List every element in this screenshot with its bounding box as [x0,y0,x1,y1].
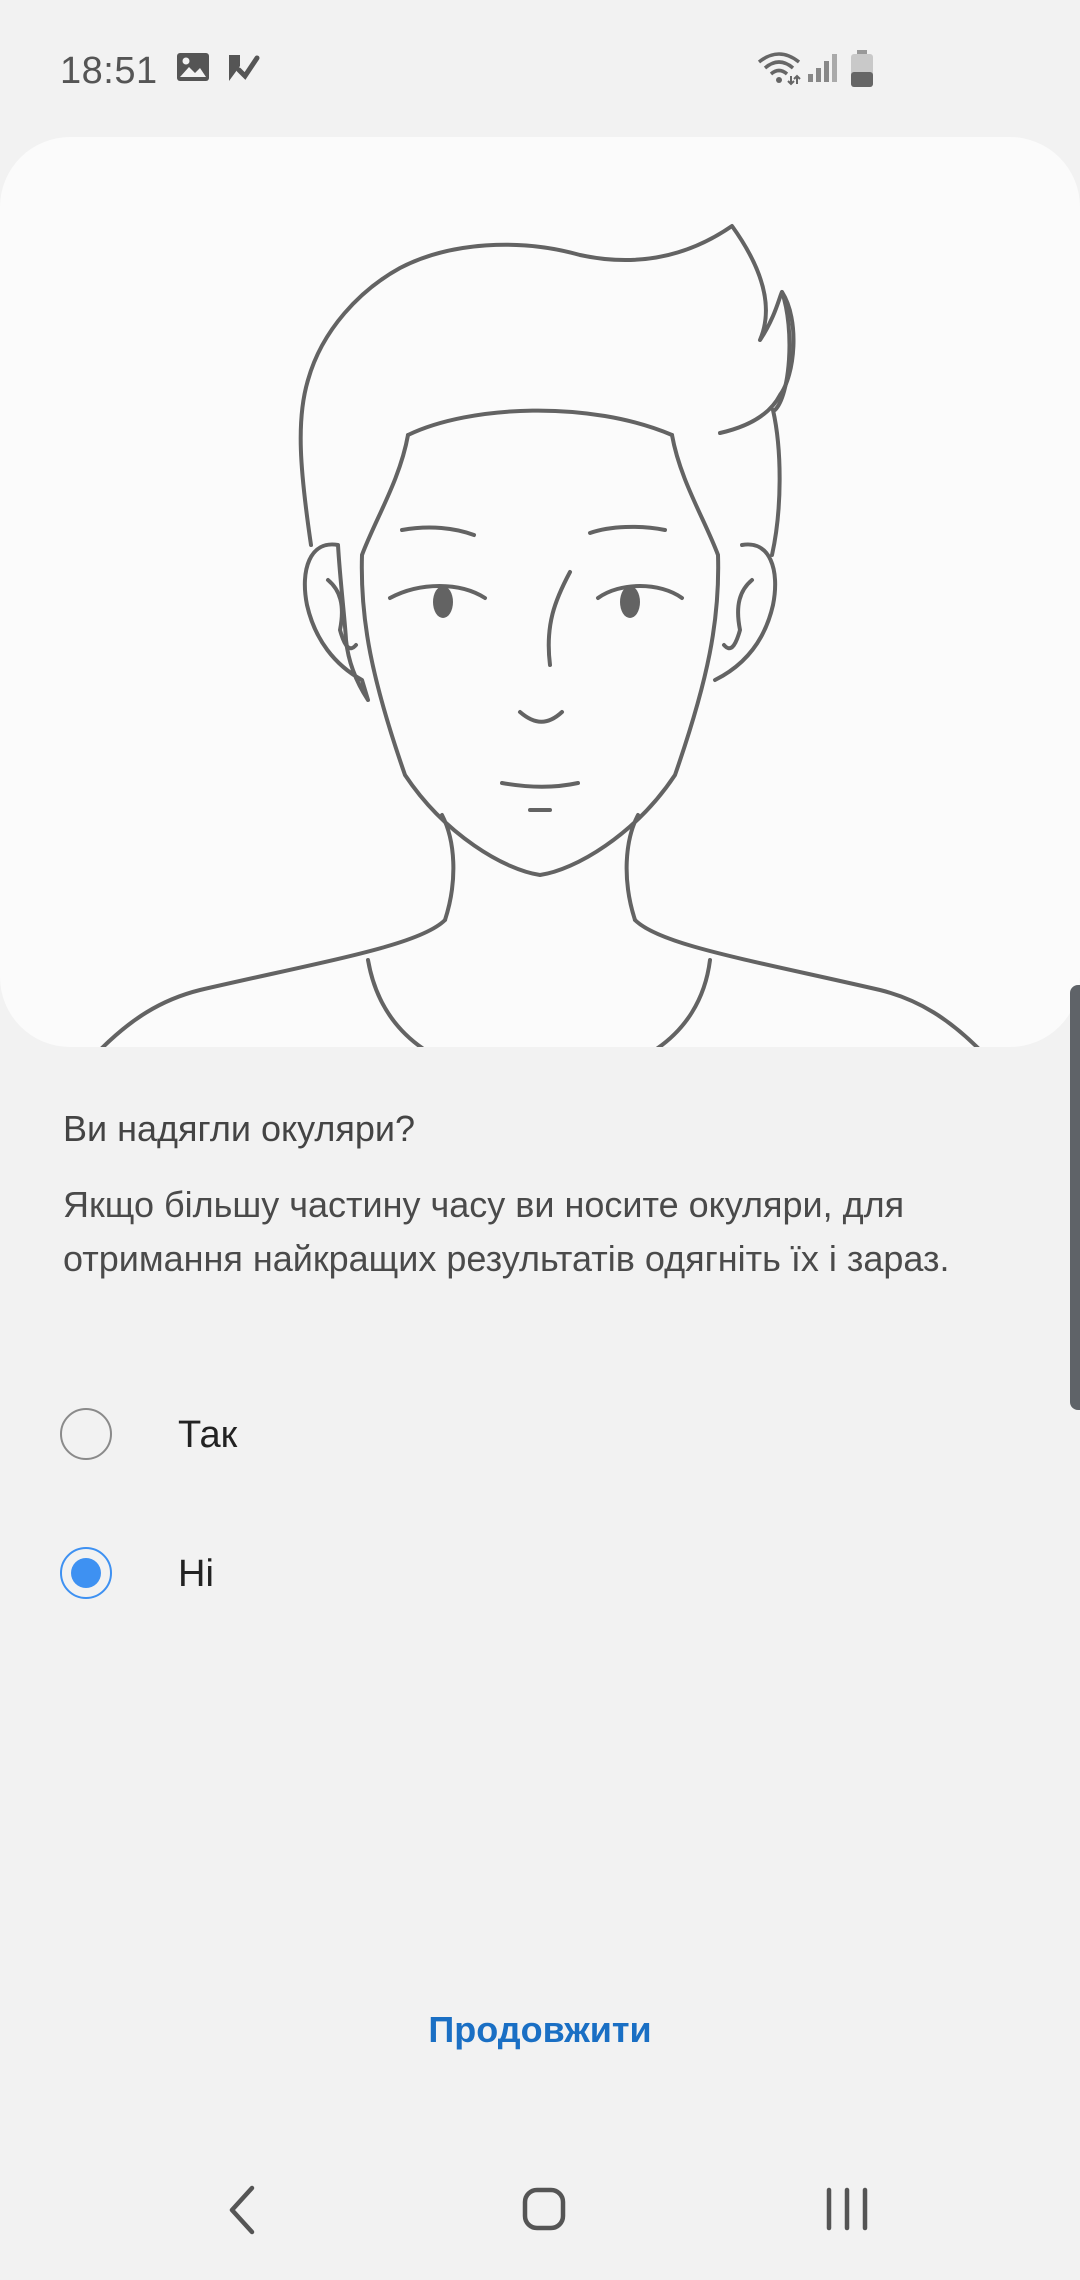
image-icon [176,52,210,87]
navigation-bar [0,2150,1080,2280]
radio-button-no[interactable] [60,1547,112,1599]
option-no-label: Ні [178,1553,214,1595]
continue-button[interactable]: Продовжити [340,1995,740,2065]
wifi-icon [757,50,801,91]
description-text: Якщо більшу частину часу ви носите окуля… [63,1184,950,1279]
face-outline-illustration [100,224,980,1047]
battery-icon [850,50,874,93]
recents-icon[interactable] [797,2170,897,2250]
scrollbar[interactable] [1070,985,1080,1410]
status-bar: 18:51 [0,0,1080,130]
radio-button-yes[interactable] [60,1408,112,1460]
screen: 18:51 Ви надягли окуляри? Якщо більшу ча… [0,0,1080,2280]
option-yes-label: Так [178,1414,238,1456]
signal-icon [806,52,838,89]
question-title: Ви надягли окуляри? [63,1108,416,1149]
status-time: 18:51 [60,50,158,92]
back-icon[interactable] [192,2170,292,2250]
checklist-icon [226,52,260,89]
home-icon[interactable] [493,2170,593,2250]
option-yes[interactable]: Так [60,1386,960,1486]
option-no[interactable]: Ні [60,1525,960,1625]
face-illustration-card [0,137,1080,1047]
